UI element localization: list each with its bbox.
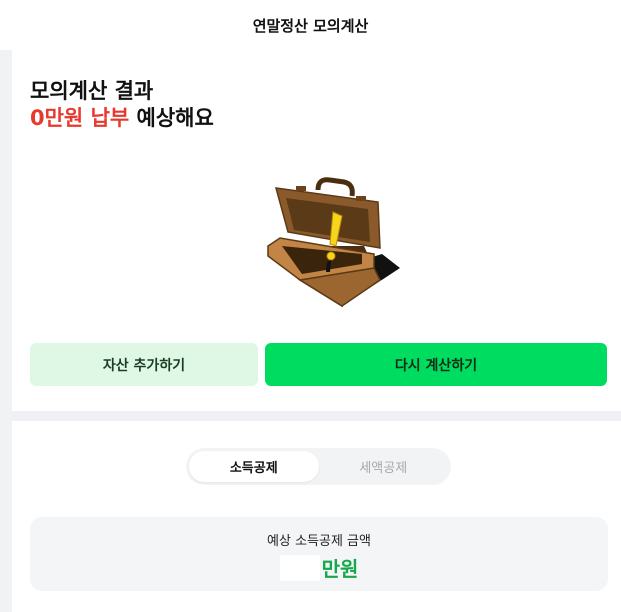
page: 연말정산 모의계산 모의계산 결과 0만원 납부 예상해요 자산 추가하기 다시… <box>0 0 621 612</box>
tab-income-deduction[interactable]: 소득공제 <box>189 451 319 482</box>
add-assets-button[interactable]: 자산 추가하기 <box>30 343 258 386</box>
page-title: 연말정산 모의계산 <box>252 16 369 35</box>
top-header: 연말정산 모의계산 <box>0 0 621 50</box>
result-title: 모의계산 결과 <box>30 79 154 103</box>
result-section: 모의계산 결과 0만원 납부 예상해요 자산 추가하기 다시 계산하기 <box>12 50 621 410</box>
summary-label: 예상 소득공제 금액 <box>267 534 371 549</box>
summary-value: 만원 <box>30 553 608 582</box>
deduction-tabs: 소득공제 세액공제 <box>186 448 451 485</box>
left-rail <box>0 50 12 612</box>
section-divider <box>12 411 621 421</box>
masked-amount <box>279 554 320 581</box>
tab-tax-credit[interactable]: 세액공제 <box>319 451 449 482</box>
recalculate-button[interactable]: 다시 계산하기 <box>265 343 607 386</box>
open-briefcase-exclamation-icon <box>267 177 400 308</box>
summary-unit: 만원 <box>321 557 359 581</box>
payment-amount: 0만원 납부 <box>30 106 130 130</box>
result-headline: 0만원 납부 예상해요 <box>30 105 214 132</box>
deduction-summary-card: 예상 소득공제 금액 만원 <box>30 517 608 591</box>
result-suffix: 예상해요 <box>136 106 214 130</box>
